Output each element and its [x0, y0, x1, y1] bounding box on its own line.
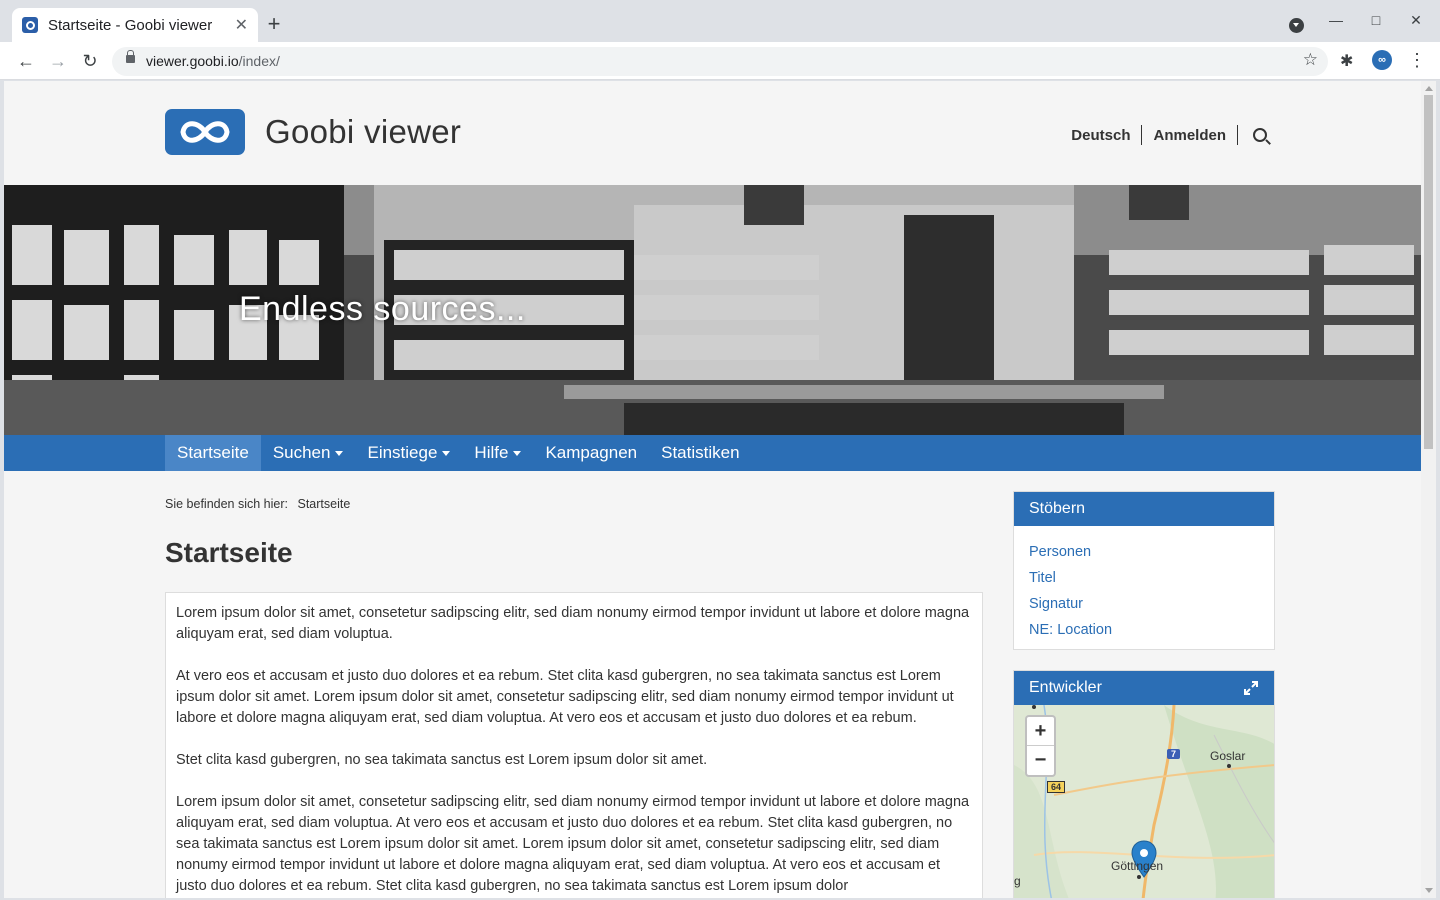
bookmark-star-icon[interactable]: ☆: [1303, 50, 1318, 70]
hero-banner: Endless sources...: [4, 185, 1421, 435]
main-nav-label: Hilfe: [474, 443, 509, 462]
browse-link-shelfmark[interactable]: Signatur: [1029, 591, 1259, 617]
divider: [1141, 125, 1143, 145]
map-label-edge: g: [1014, 874, 1021, 888]
language-switch[interactable]: Deutsch: [1071, 127, 1130, 144]
maximize-icon[interactable]: □: [1366, 12, 1386, 28]
zoom-in-button[interactable]: +: [1027, 717, 1054, 746]
page-viewport: Goobi viewer Deutsch Anmelden Endless so…: [4, 81, 1421, 898]
hero-caption: Endless sources...: [239, 290, 526, 328]
browser-tabbar: Startseite - Goobi viewer ✕ + — □ ✕: [0, 0, 1440, 42]
breadcrumb: Sie befinden sich hier: Startseite: [165, 497, 350, 511]
caret-down-icon: [442, 451, 451, 457]
main-nav-label: Suchen: [272, 443, 331, 462]
breadcrumb-current[interactable]: Startseite: [297, 497, 350, 511]
road-shield-b64: 64: [1047, 781, 1066, 793]
goobi-favicon-icon: [22, 17, 38, 33]
tab-search-icon[interactable]: [1289, 18, 1304, 33]
site-header: Goobi viewer Deutsch Anmelden: [4, 81, 1421, 185]
browser-menu-icon[interactable]: ⋮: [1408, 50, 1426, 71]
main-nav-item-statistiken[interactable]: Statistiken: [649, 435, 751, 471]
location-map[interactable]: 7 64 Goslar Göttingen g + −: [1014, 705, 1274, 898]
developer-widget-header: Entwickler: [1014, 671, 1274, 705]
expand-icon[interactable]: [1244, 681, 1258, 695]
page-title: Startseite: [165, 537, 293, 568]
caret-down-icon: [513, 451, 522, 457]
new-tab-button[interactable]: +: [262, 12, 286, 36]
browser-toolbar: ← → ↻ viewer.goobi.io/index/ ☆ ✱ ∞ ⋮: [0, 42, 1440, 80]
content-paragraph: Lorem ipsum dolor sit amet, consetetur s…: [176, 794, 970, 894]
top-nav: Deutsch Anmelden: [1071, 125, 1267, 145]
window-close-icon[interactable]: ✕: [1406, 12, 1426, 29]
lock-icon: [126, 50, 135, 63]
road-shield-a7: 7: [1167, 749, 1181, 759]
map-zoom-control: + −: [1025, 715, 1056, 777]
url-text[interactable]: viewer.goobi.io/index/: [146, 53, 280, 69]
address-bar[interactable]: viewer.goobi.io/index/ ☆: [112, 47, 1328, 76]
main-nav-item-startseite[interactable]: Startseite: [165, 435, 261, 471]
browse-link-persons[interactable]: Personen: [1029, 539, 1259, 565]
site-title[interactable]: Goobi viewer: [265, 113, 461, 151]
library-photo: [4, 185, 1421, 435]
zoom-out-button[interactable]: −: [1027, 746, 1054, 775]
main-nav-item-kampagnen[interactable]: Kampagnen: [533, 435, 649, 471]
reload-icon[interactable]: ↻: [79, 50, 101, 72]
main-nav-item-einstiege[interactable]: Einstiege: [355, 435, 462, 471]
developer-widget-title: Entwickler: [1029, 679, 1102, 696]
developer-widget: Entwickler 7 64 Goslar Göttingen g + −: [1013, 670, 1275, 898]
close-icon[interactable]: ✕: [235, 15, 248, 35]
browser-tab[interactable]: Startseite - Goobi viewer ✕: [12, 8, 258, 42]
back-arrow-icon[interactable]: ←: [15, 50, 37, 72]
divider: [1237, 125, 1238, 145]
goobi-extension-icon[interactable]: ∞: [1372, 50, 1392, 70]
caret-down-icon: [335, 451, 344, 457]
extensions-puzzle-icon[interactable]: ✱: [1340, 51, 1353, 71]
minimize-icon[interactable]: —: [1326, 12, 1346, 28]
search-icon[interactable]: [1253, 128, 1267, 142]
tab-title: Startseite - Goobi viewer: [48, 16, 213, 34]
content-paragraph: At vero eos et accusam et justo duo dolo…: [176, 668, 954, 726]
forward-arrow-icon[interactable]: →: [47, 50, 69, 72]
browse-link-title[interactable]: Titel: [1029, 565, 1259, 591]
content-paragraph: Stet clita kasd gubergren, no sea takima…: [176, 752, 708, 768]
main-nav-label: Statistiken: [661, 443, 740, 462]
main-nav-label: Startseite: [177, 443, 249, 462]
main-nav: Startseite Suchen Einstiege Hilfe Kampagnen S…: [4, 435, 1421, 471]
scroll-down-arrow-icon[interactable]: [1425, 888, 1433, 893]
browse-widget: Stöbern Personen Titel Signatur NE: Loca…: [1013, 491, 1275, 650]
main-nav-item-suchen[interactable]: Suchen: [261, 435, 356, 471]
map-label-goettingen: Göttingen: [1111, 859, 1164, 873]
goobi-logo-icon[interactable]: [165, 109, 245, 155]
scroll-up-arrow-icon[interactable]: [1425, 86, 1433, 91]
browse-widget-title: Stöbern: [1014, 492, 1274, 526]
page-scrollbar[interactable]: [1421, 81, 1436, 898]
content-paragraph: Lorem ipsum dolor sit amet, consetetur s…: [176, 605, 970, 642]
browse-link-location[interactable]: NE: Location: [1029, 617, 1259, 643]
content-box: Lorem ipsum dolor sit amet, consetetur s…: [165, 592, 983, 898]
main-nav-label: Kampagnen: [545, 443, 638, 462]
breadcrumb-prefix: Sie befinden sich hier:: [165, 497, 288, 511]
main-nav-item-hilfe[interactable]: Hilfe: [462, 435, 533, 471]
scrollbar-thumb[interactable]: [1424, 95, 1433, 449]
login-link[interactable]: Anmelden: [1153, 127, 1226, 144]
map-label-goslar: Goslar: [1210, 749, 1246, 763]
main-nav-label: Einstiege: [367, 443, 438, 462]
